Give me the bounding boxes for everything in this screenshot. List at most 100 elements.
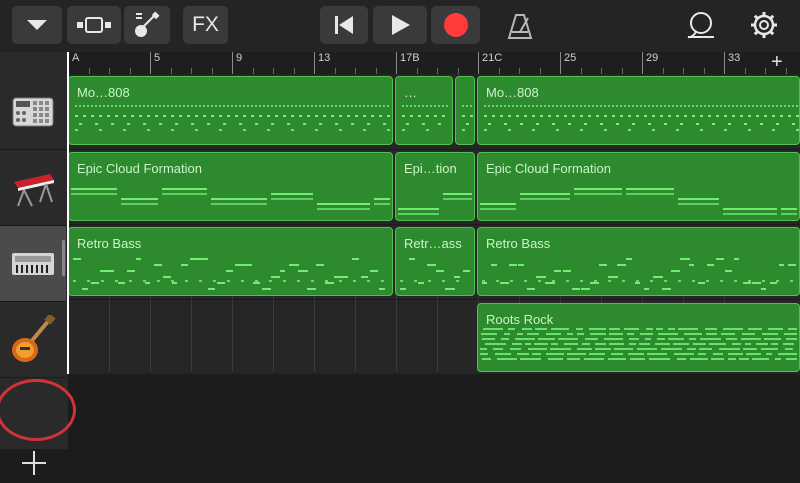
track-header-drums[interactable] xyxy=(0,74,66,150)
region-name: Roots Rock xyxy=(486,312,554,327)
midi-note xyxy=(768,328,783,330)
midi-note xyxy=(693,343,706,345)
midi-note xyxy=(361,276,368,278)
midi-note xyxy=(181,264,188,266)
midi-note xyxy=(608,276,618,278)
midi-note xyxy=(203,115,206,117)
record-button[interactable] xyxy=(431,6,480,44)
midi-note xyxy=(179,115,182,117)
region[interactable] xyxy=(455,76,475,145)
midi-note xyxy=(243,115,246,117)
midi-note xyxy=(664,280,667,282)
midi-note xyxy=(781,213,797,215)
region[interactable]: Roots Rock xyxy=(477,303,800,372)
midi-note xyxy=(482,280,485,282)
midi-note xyxy=(595,348,611,350)
midi-note xyxy=(522,328,532,330)
midi-note xyxy=(327,105,329,107)
midi-note xyxy=(259,105,261,107)
region[interactable]: Epic Cloud Formation xyxy=(68,152,393,221)
midi-note xyxy=(157,280,160,282)
midi-note xyxy=(596,115,599,117)
midi-note xyxy=(418,115,421,117)
track-header-bass[interactable] xyxy=(0,226,66,302)
midi-note xyxy=(644,288,649,290)
midi-note xyxy=(776,123,779,125)
track-header-synth[interactable] xyxy=(0,150,66,226)
midi-note xyxy=(311,105,313,107)
midi-note xyxy=(775,358,781,360)
control-bar: FX xyxy=(0,0,800,52)
midi-note xyxy=(744,105,746,107)
midi-note xyxy=(517,333,523,335)
rewind-button[interactable] xyxy=(320,6,368,44)
scroll-indicator[interactable] xyxy=(62,240,65,276)
midi-note xyxy=(115,115,118,117)
region[interactable]: Epi…tion xyxy=(395,152,475,221)
go-to-start-icon xyxy=(335,16,353,34)
midi-note xyxy=(532,105,534,107)
midi-note xyxy=(786,358,797,360)
region[interactable]: Retr…ass xyxy=(395,227,475,296)
fx-button[interactable]: FX xyxy=(183,6,228,44)
midi-note xyxy=(626,193,674,195)
midi-note xyxy=(351,105,353,107)
midi-note xyxy=(510,348,521,350)
midi-note xyxy=(307,288,316,290)
midi-note xyxy=(244,264,252,266)
midi-note xyxy=(269,280,272,282)
midi-note xyxy=(622,280,625,282)
region[interactable]: Epic Cloud Formation xyxy=(477,152,800,221)
midi-note xyxy=(259,115,262,117)
midi-note xyxy=(535,328,547,330)
add-track-button[interactable] xyxy=(14,443,54,483)
loop-browser-button[interactable] xyxy=(684,8,718,42)
bar-ruler[interactable]: A 5 9 13 17B 21C 25 29 33 xyxy=(68,52,800,75)
midi-note xyxy=(119,105,121,107)
region[interactable]: … xyxy=(395,76,453,145)
midi-note xyxy=(692,115,695,117)
midi-note xyxy=(207,105,209,107)
region[interactable]: Mo…808 xyxy=(477,76,800,145)
midi-note xyxy=(227,280,230,282)
track-lanes[interactable]: Mo…808 … Mo…808 Epic Cloud Formation Epi…tio… xyxy=(68,74,800,374)
settings-button[interactable] xyxy=(747,8,781,42)
midi-note xyxy=(614,348,633,350)
region[interactable]: Mo…808 xyxy=(68,76,393,145)
region[interactable]: Retro Bass xyxy=(68,227,393,296)
browser-button[interactable] xyxy=(12,6,62,44)
midi-note xyxy=(620,105,622,107)
midi-note xyxy=(496,280,499,282)
region[interactable]: Retro Bass xyxy=(477,227,800,296)
midi-note xyxy=(271,198,313,200)
midi-note xyxy=(83,105,85,107)
add-section-button[interactable]: + xyxy=(771,51,783,74)
play-button[interactable] xyxy=(373,6,427,44)
metronome-button[interactable] xyxy=(504,10,536,42)
midi-note xyxy=(187,115,190,117)
midi-note xyxy=(129,280,132,282)
instrument-controls-button[interactable] xyxy=(124,6,170,44)
ruler-bar-marker[interactable]: 33 xyxy=(724,52,800,74)
tracks-view-button[interactable] xyxy=(67,6,121,44)
track-header-guitar[interactable] xyxy=(0,302,66,378)
midi-note xyxy=(289,264,299,266)
midi-note xyxy=(668,105,670,107)
midi-note xyxy=(297,280,300,282)
midi-note xyxy=(275,105,277,107)
midi-note xyxy=(446,105,448,107)
midi-note xyxy=(558,338,578,340)
midi-note xyxy=(398,213,439,215)
midi-note xyxy=(608,358,626,360)
midi-note xyxy=(480,208,516,210)
midi-note xyxy=(400,280,403,282)
midi-note xyxy=(316,264,324,266)
playhead[interactable] xyxy=(67,52,69,374)
midi-note xyxy=(109,270,114,272)
midi-note xyxy=(516,105,518,107)
midi-note xyxy=(118,282,125,284)
midi-note xyxy=(600,123,603,125)
midi-note xyxy=(551,343,558,345)
midi-note xyxy=(617,264,626,266)
midi-note xyxy=(219,105,221,107)
